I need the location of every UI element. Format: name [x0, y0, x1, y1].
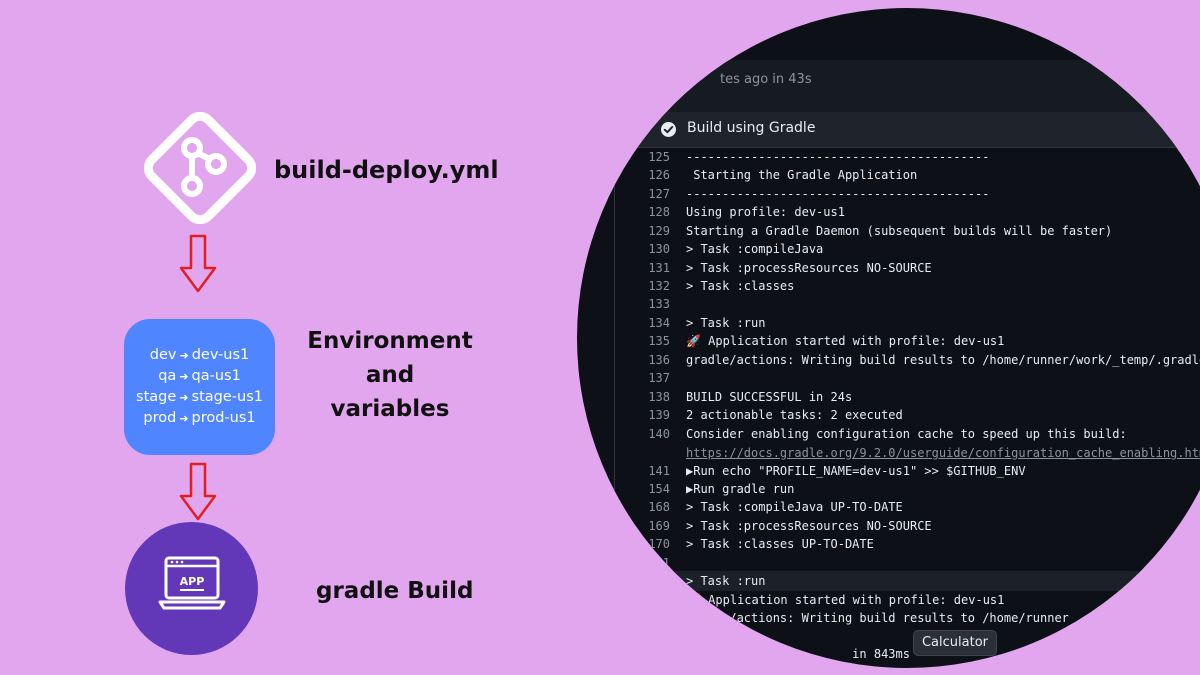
environment-label-line: Environment and: [307, 328, 473, 388]
log-line-number: 139: [648, 408, 670, 422]
log-line-text: ----------------------------------------…: [686, 150, 990, 164]
log-line-text: BUILD SUCCESSFUL in 24s: [686, 390, 853, 404]
env-mapping-row: stage ➜ stage-us1: [136, 389, 263, 405]
environment-label-line: variables: [330, 396, 450, 422]
log-line-number: 169: [648, 519, 670, 533]
log-line-text: > Task :classes UP-TO-DATE: [686, 537, 874, 551]
log-line-text: gradle/actions: Writing build results to…: [686, 611, 1069, 625]
calculator-button[interactable]: Calculator: [913, 630, 997, 656]
log-line-number: 132: [648, 279, 670, 293]
app-laptop-icon: APP: [158, 556, 226, 610]
environment-box: dev ➜ dev-us1 qa ➜ qa-us1 stage ➜ stage-us1 pr…: [124, 319, 275, 455]
log-line-text: > Task :run: [686, 316, 766, 330]
log-line-number: 138: [648, 390, 670, 404]
environment-label: Environment and variables: [282, 324, 498, 426]
log-line-number: 125: [648, 150, 670, 164]
check-circle-icon: [661, 122, 676, 137]
git-branch-icon: [143, 111, 257, 225]
log-line-text: > Task :run: [686, 574, 766, 588]
log-line-text: > Task :compileJava: [686, 242, 824, 256]
gradle-build-label: gradle Build: [316, 578, 474, 604]
log-line-text: 🚀 Application started with profile: dev-…: [686, 593, 1005, 607]
log-line-text: > Task :processResources NO-SOURCE: [686, 519, 932, 533]
env-mapping-row: dev ➜ dev-us1: [149, 347, 250, 363]
log-line-text: > Task :compileJava UP-TO-DATE: [686, 500, 903, 514]
log-line-number: 171: [648, 556, 670, 570]
env-mapping-row: prod ➜ prod-us1: [143, 410, 256, 426]
down-arrow-icon: [179, 234, 217, 293]
log-line-text: ----------------------------------------…: [686, 187, 990, 201]
log-line-text: > Task :classes: [686, 279, 795, 293]
log-line-number: 168: [648, 500, 670, 514]
log-line-number: 170: [648, 537, 670, 551]
log-line-number: 140: [648, 427, 670, 441]
log-line-number: 133: [648, 297, 670, 311]
log-line-text: Using profile: dev-us1: [686, 205, 845, 219]
terminal-log-panel: tes ago in 43s Build using Gradle 125 ---…: [577, 8, 1200, 668]
job-summary-bar: [577, 60, 1200, 112]
log-line-text: ▶Run gradle run: [686, 482, 795, 496]
log-line-number: 131: [648, 261, 670, 275]
log-line-number: 128: [648, 205, 670, 219]
env-mapping-row: qa ➜ qa-us1: [158, 368, 241, 384]
log-line-text: Starting a Gradle Daemon (subsequent bui…: [686, 224, 1113, 238]
app-build-circle: APP: [125, 522, 258, 655]
log-link[interactable]: https://docs.gradle.org/9.2.0/userguide/…: [686, 444, 1200, 462]
log-line-number: 154: [648, 482, 670, 496]
down-arrow-icon: [179, 462, 217, 521]
log-line-text: 🚀 Application started with profile: dev-…: [686, 334, 1005, 348]
log-gutter-divider: [614, 150, 615, 550]
log-line-number: 137: [648, 371, 670, 385]
log-line-number: 130: [648, 242, 670, 256]
log-line-number: 136: [648, 353, 670, 367]
log-line-number: 172: [648, 574, 670, 588]
log-line-number: 126: [648, 168, 670, 182]
log-line-text: in 843ms: [686, 647, 910, 661]
log-line-text: Starting the Gradle Application: [686, 168, 918, 182]
log-line-text: Consider enabling configuration cache to…: [686, 427, 1127, 441]
log-line-number: 134: [648, 316, 670, 330]
log-line-number: 129: [648, 224, 670, 238]
log-line-number: 135: [648, 334, 670, 348]
log-line-number: 141: [648, 464, 670, 478]
log-line-text: > Task :processResources NO-SOURCE: [686, 261, 932, 275]
log-line-text: gradle/actions: Writing build results to…: [686, 353, 1200, 367]
step-title[interactable]: Build using Gradle: [687, 120, 815, 136]
log-line-number: 127: [648, 187, 670, 201]
log-line-text: ▶Run echo "PROFILE_NAME=dev-us1" >> $GIT…: [686, 464, 1026, 478]
job-duration-text: tes ago in 43s: [720, 72, 812, 87]
highlighted-log-row: [577, 571, 1200, 591]
log-line-text: 2 actionable tasks: 2 executed: [686, 408, 903, 422]
app-icon-text: APP: [180, 575, 205, 588]
workflow-file-label: build-deploy.yml: [274, 156, 499, 184]
